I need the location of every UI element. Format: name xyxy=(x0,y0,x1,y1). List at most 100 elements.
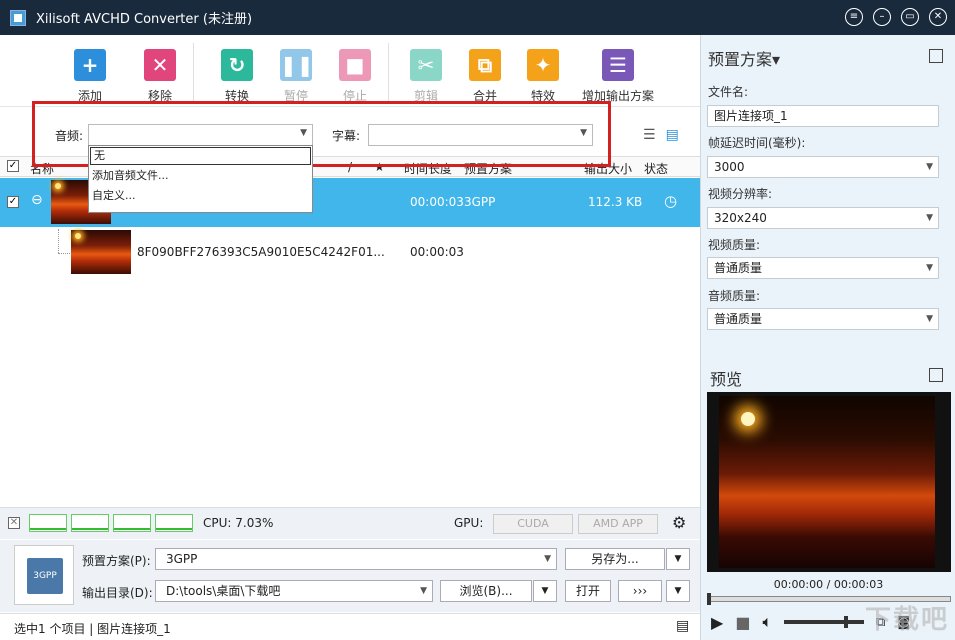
chevron-down-icon: ▼ xyxy=(926,213,933,223)
select-all-checkbox[interactable]: ✓ xyxy=(7,160,19,172)
subtitle-select[interactable]: ▼ xyxy=(368,124,593,146)
cpu-meter xyxy=(71,514,109,532)
cuda-button[interactable]: CUDA xyxy=(493,514,573,534)
convert-dropdown[interactable]: ▼ xyxy=(666,580,690,602)
save-as-dropdown[interactable]: ▼ xyxy=(666,548,690,570)
profile-panel: 预置方案▾ 文件名: 图片连接项_1 帧延迟时间(毫秒): 3000 ▼ 视频分辨… xyxy=(700,35,955,360)
delay-label: 帧延迟时间(毫秒): xyxy=(708,136,806,150)
chevron-down-icon: ▼ xyxy=(544,554,551,564)
video-thumbnail xyxy=(71,230,131,274)
gpu-label: GPU: xyxy=(454,516,484,530)
watermark: 下载吧 xyxy=(864,605,949,635)
panel-title[interactable]: 预置方案▾ xyxy=(708,46,780,70)
maximize-icon[interactable]: ▭ xyxy=(901,8,919,26)
cpu-meter xyxy=(113,514,151,532)
preview-panel: 预览 00:00:00 / 00:00:03 ▶ ■ 🔈︎ ⧉ ◙ xyxy=(700,360,955,640)
preview-video xyxy=(707,392,951,572)
minimize-icon[interactable]: – xyxy=(873,8,891,26)
convert-arrows-button[interactable]: ››› xyxy=(618,580,662,602)
chevron-down-icon: ▼ xyxy=(926,263,933,273)
window-title: Xilisoft AVCHD Converter (未注册) xyxy=(36,12,253,27)
column-name[interactable]: 名称 xyxy=(30,160,54,177)
audio-quality-label: 音频质量: xyxy=(708,289,761,303)
browse-dropdown[interactable]: ▼ xyxy=(533,580,557,602)
collapse-icon[interactable]: ⊖ xyxy=(31,192,43,208)
chevron-down-icon: ▼ xyxy=(926,314,933,324)
expand-icon[interactable] xyxy=(929,49,943,63)
log-icon[interactable]: ▤ xyxy=(676,618,689,634)
menu-icon[interactable]: ≡ xyxy=(845,8,863,26)
chevron-down-icon: ▼ xyxy=(420,586,427,596)
cpu-label: CPU: 7.03% xyxy=(203,516,274,530)
volume-slider[interactable] xyxy=(784,616,865,628)
amd-app-button[interactable]: AMD APP xyxy=(578,514,658,534)
filename-label: 文件名: xyxy=(708,85,749,99)
video-quality-select[interactable]: 普通质量 ▼ xyxy=(707,257,939,279)
output-dir-select[interactable]: D:\tools\桌面\下载吧 ▼ xyxy=(155,580,433,602)
filename-field[interactable]: 图片连接项_1 xyxy=(707,105,939,127)
dropdown-item-custom[interactable]: 自定义... xyxy=(89,186,312,206)
dropdown-item-add-audio[interactable]: 添加音频文件... xyxy=(89,166,312,186)
preview-title: 预览 xyxy=(710,370,743,389)
add-profile-button[interactable]: ☰ 增加输出方案 xyxy=(570,49,666,104)
title-bar: Xilisoft AVCHD Converter (未注册) ≡ – ▭ ✕ xyxy=(0,0,955,35)
stop-button[interactable]: ■ 停止 xyxy=(320,49,390,104)
add-button[interactable]: + 添加 xyxy=(55,49,125,104)
resolution-label: 视频分辨率: xyxy=(708,187,773,201)
expand-icon[interactable] xyxy=(929,368,943,382)
row-name: 8F090BFF276393C5A9010E5C4242F01... xyxy=(137,245,385,259)
column-duration[interactable]: 时间长度 xyxy=(404,160,452,177)
delay-select[interactable]: 3000 ▼ xyxy=(707,156,939,178)
volume-icon[interactable]: 🔈︎ xyxy=(762,612,772,632)
add-icon: + xyxy=(74,49,106,81)
status-bar: 选中1 个项目 | 图片连接项_1 ▤ xyxy=(0,613,700,640)
subtitle-label: 字幕: xyxy=(332,129,361,143)
column-star[interactable]: ★ xyxy=(374,160,385,174)
chevron-down-icon: ▼ xyxy=(926,162,933,172)
row-duration: 00:00:03 xyxy=(410,245,464,259)
table-row[interactable]: 8F090BFF276393C5A9010E5C4242F01... 00:00… xyxy=(0,227,700,277)
scissors-icon: ✂ xyxy=(410,49,442,81)
sun-image xyxy=(741,412,755,426)
stop-icon: ■ xyxy=(339,49,371,81)
resolution-select[interactable]: 320x240 ▼ xyxy=(707,207,939,229)
browse-button[interactable]: 浏览(B)... xyxy=(440,580,532,602)
magic-wand-icon: ✦ xyxy=(527,49,559,81)
profile-select[interactable]: 3GPP ▼ xyxy=(155,548,557,570)
column-edit[interactable]: / xyxy=(348,160,352,174)
merge-icon: ⧉ xyxy=(469,49,501,81)
stop-icon[interactable]: ■ xyxy=(735,613,750,632)
list-view-icon[interactable]: ☰ xyxy=(643,127,656,143)
cpu-meter xyxy=(155,514,193,532)
format-icon: 3GPP xyxy=(14,545,74,605)
column-profile[interactable]: 预置方案 xyxy=(464,160,512,177)
remove-button[interactable]: ✕ 移除 xyxy=(125,49,195,104)
cpu-bar: ✕ CPU: 7.03% GPU: CUDA AMD APP ⚙ xyxy=(0,507,700,539)
column-size[interactable]: 输出大小 xyxy=(584,160,632,177)
play-icon[interactable]: ▶ xyxy=(711,613,723,632)
cpu-toggle-icon[interactable]: ✕ xyxy=(8,517,20,529)
output-settings: 3GPP 预置方案(P): 3GPP ▼ 另存为... ▼ 输出目录(D): D:… xyxy=(0,540,700,612)
audio-label: 音频: xyxy=(55,129,84,143)
row-size: 112.3 KB xyxy=(588,195,643,209)
effects-button[interactable]: ✦ 特效 xyxy=(508,49,578,104)
dropdown-item-none[interactable]: 无 xyxy=(90,147,311,165)
column-status[interactable]: 状态 xyxy=(644,160,668,177)
status-text: 选中1 个项目 | 图片连接项_1 xyxy=(14,622,171,636)
open-button[interactable]: 打开 xyxy=(565,580,611,602)
gear-icon[interactable]: ⚙ xyxy=(672,513,686,532)
save-as-button[interactable]: 另存为... xyxy=(565,548,665,570)
output-dir-label: 输出目录(D): xyxy=(82,586,153,600)
profile-label: 预置方案(P): xyxy=(82,554,151,568)
close-icon[interactable]: ✕ xyxy=(929,8,947,26)
audio-select[interactable]: ▼ xyxy=(88,124,313,146)
pause-icon: ❚❚ xyxy=(280,49,314,81)
audio-quality-select[interactable]: 普通质量 ▼ xyxy=(707,308,939,330)
detail-view-icon[interactable]: ▤ xyxy=(666,127,679,143)
app-logo-icon xyxy=(10,9,26,26)
row-checkbox[interactable]: ✓ xyxy=(7,196,19,208)
seek-handle[interactable] xyxy=(707,593,711,605)
row-duration: 00:00:03 xyxy=(410,195,464,209)
row-profile[interactable]: 3GPP xyxy=(464,195,495,209)
audio-dropdown-list: 无 添加音频文件... 自定义... xyxy=(88,145,313,213)
